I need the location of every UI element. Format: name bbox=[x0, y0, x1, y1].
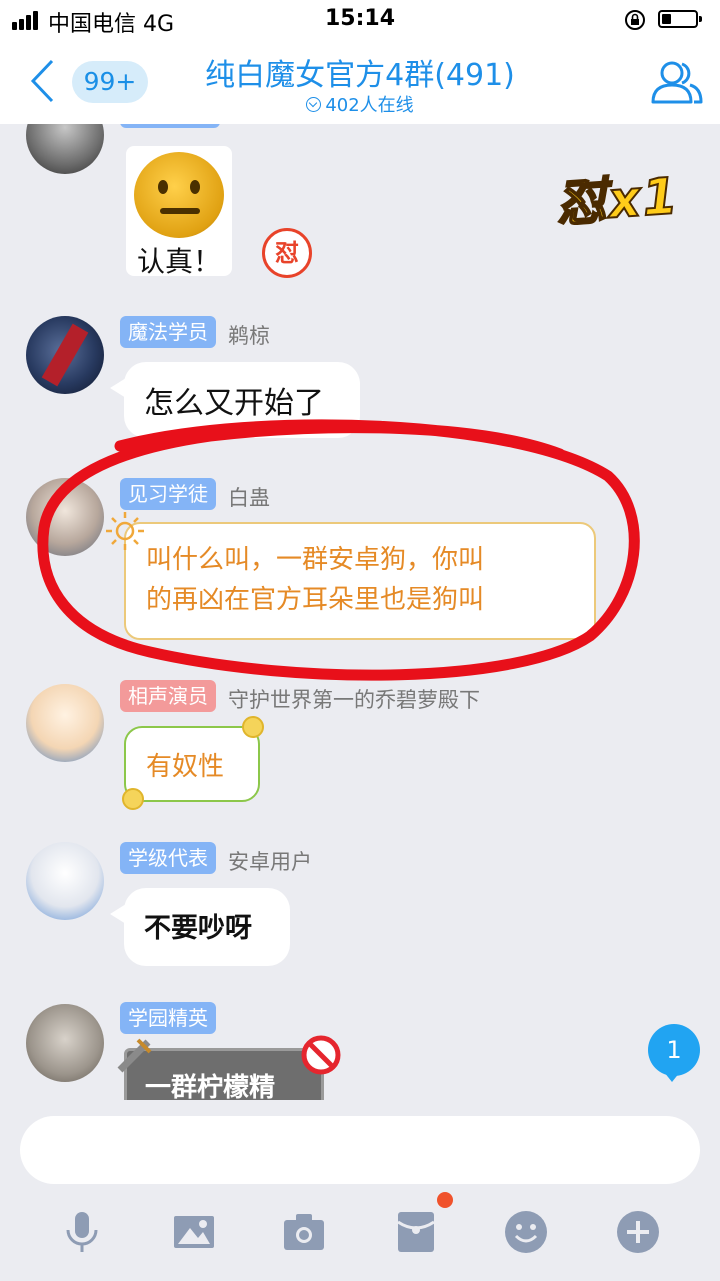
image-icon[interactable] bbox=[170, 1208, 218, 1256]
clock: 15:14 bbox=[324, 6, 396, 31]
camera-icon[interactable] bbox=[280, 1208, 328, 1256]
online-count-label: 402人在线 bbox=[325, 95, 414, 116]
chat-message-list[interactable]: 认真！ 怼 怼x1 魔法学员 鹈椋 怎么又开始了 见习学徒 白蛊 叫什么叫，一群… bbox=[0, 124, 720, 1100]
group-members-icon[interactable] bbox=[650, 58, 704, 106]
status-bar: 中国电信 4G 15:14 bbox=[0, 0, 720, 40]
red-annotation-circle bbox=[37, 419, 640, 681]
message-input[interactable] bbox=[20, 1116, 700, 1184]
navigation-bar: 99+ 纯白魔女官方4群(491) 402人在线 bbox=[0, 40, 720, 124]
chevron-down-icon bbox=[306, 97, 322, 112]
new-message-jump-badge[interactable]: 1 bbox=[648, 1024, 700, 1082]
online-count[interactable]: 402人在线 bbox=[0, 91, 720, 117]
red-packet-icon[interactable] bbox=[392, 1208, 440, 1256]
emoji-icon[interactable] bbox=[502, 1208, 550, 1256]
group-title[interactable]: 纯白魔女官方4群(491) bbox=[0, 50, 720, 94]
plus-icon[interactable] bbox=[614, 1208, 662, 1256]
input-bar bbox=[0, 1100, 720, 1281]
battery-icon bbox=[658, 10, 702, 28]
rotation-lock-icon bbox=[625, 10, 645, 30]
microphone-icon[interactable] bbox=[58, 1208, 106, 1256]
notification-dot bbox=[437, 1192, 453, 1208]
